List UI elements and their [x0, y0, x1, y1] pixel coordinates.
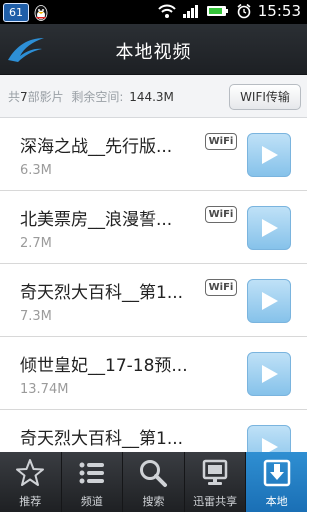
- nav-local[interactable]: 本地: [246, 452, 307, 512]
- alarm-icon: [237, 3, 251, 19]
- cell-signal-icon: [182, 5, 198, 18]
- play-button[interactable]: [247, 352, 291, 396]
- play-icon: [262, 146, 278, 164]
- video-title: 奇天烈大百科__第1...: [20, 429, 184, 449]
- nav-label: 本地: [265, 495, 288, 508]
- wifi-signal-icon: [158, 4, 176, 18]
- play-button[interactable]: [247, 133, 291, 177]
- video-size: 2.7M: [20, 236, 52, 251]
- video-title: 倾世皇妃__17-18预...: [20, 356, 188, 376]
- status-bar: 61 15:53: [0, 0, 307, 24]
- nav-search[interactable]: 搜索: [123, 452, 184, 512]
- list-item[interactable]: 奇天烈大百科__第1... 7.3M WiFi: [0, 264, 307, 337]
- play-button[interactable]: [247, 206, 291, 250]
- clock: 15:53: [257, 2, 301, 20]
- play-icon: [262, 438, 278, 452]
- storage-info-bar: 共7部影片 剩余空间: 144.3M WIFI传输: [0, 75, 307, 118]
- monitor-icon: [202, 459, 228, 485]
- list-item[interactable]: 深海之战__先行版... 6.3M WiFi: [0, 118, 307, 191]
- video-title: 北美票房__浪漫誓...: [20, 210, 173, 230]
- list-item[interactable]: 北美票房__浪漫誓... 2.7M WiFi: [0, 191, 307, 264]
- video-size: 13.74M: [20, 382, 69, 397]
- nav-recommend[interactable]: 推荐: [0, 452, 61, 512]
- wifi-transfer-button[interactable]: WIFI传输: [229, 84, 301, 110]
- video-count: 7: [20, 90, 28, 104]
- video-list: 深海之战__先行版... 6.3M WiFi 北美票房__浪漫誓... 2.7M…: [0, 118, 307, 452]
- qq-penguin-icon: [34, 4, 48, 21]
- nav-label: 搜索: [142, 495, 165, 508]
- nav-label: 推荐: [19, 495, 42, 508]
- video-size: 7.3M: [20, 309, 52, 324]
- nav-xunlei-share[interactable]: 迅雷共享: [185, 452, 246, 512]
- video-title: 深海之战__先行版...: [20, 137, 173, 157]
- play-button[interactable]: [247, 425, 291, 452]
- search-icon: [140, 460, 168, 487]
- video-size: 6.3M: [20, 163, 52, 178]
- count-prefix: 共: [8, 90, 21, 104]
- star-icon: [16, 459, 45, 486]
- nav-channels[interactable]: 频道: [62, 452, 123, 512]
- video-title: 奇天烈大百科__第1...: [20, 283, 184, 303]
- battery-icon: [206, 6, 228, 16]
- free-space-label: 剩余空间:: [71, 90, 124, 104]
- page-title: 本地视频: [115, 42, 192, 63]
- free-space-value: 144.3M: [129, 90, 174, 104]
- play-button[interactable]: [247, 279, 291, 323]
- wifi-badge: WiFi: [205, 133, 237, 150]
- count-unit: 部影片: [27, 90, 64, 104]
- list-icon: [79, 462, 104, 484]
- play-icon: [262, 292, 278, 310]
- play-icon: [262, 219, 278, 237]
- notification-badge: 61: [3, 3, 29, 22]
- bottom-nav: 推荐 频道 搜索 迅雷共享 本地: [0, 452, 307, 512]
- app-header: 本地视频: [0, 24, 307, 75]
- storage-summary: 共7部影片 剩余空间: 144.3M: [8, 88, 174, 105]
- nav-label: 频道: [80, 495, 103, 508]
- wifi-badge: WiFi: [205, 279, 237, 296]
- play-icon: [262, 365, 278, 383]
- list-item[interactable]: 倾世皇妃__17-18预... 13.74M: [0, 337, 307, 410]
- list-item[interactable]: 奇天烈大百科__第1...: [0, 410, 307, 452]
- download-icon: [263, 459, 290, 487]
- wifi-badge: WiFi: [205, 206, 237, 223]
- nav-label: 迅雷共享: [193, 495, 238, 508]
